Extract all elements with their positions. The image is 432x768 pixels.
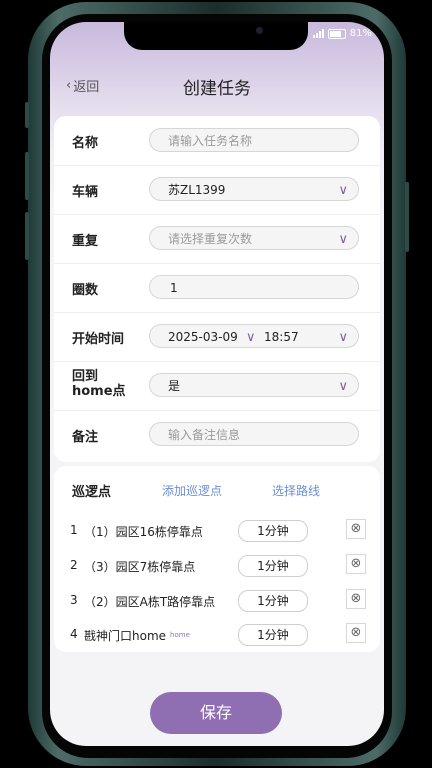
start-time-label: 开始时间 xyxy=(72,332,125,347)
patrol-point-row: 4 戡神门口home home 1分钟 ⊗ xyxy=(54,620,380,650)
return-home-select[interactable]: 是 ∨ xyxy=(149,373,359,397)
power-button xyxy=(405,182,409,252)
select-route-link[interactable]: 选择路线 xyxy=(272,482,320,499)
close-circle-icon[interactable]: ⊗ xyxy=(346,589,366,609)
laps-row: 圈数 1 xyxy=(54,263,380,313)
chevron-down-icon: ∨ xyxy=(338,232,348,247)
laps-label: 圈数 xyxy=(72,283,99,298)
battery-level: 81% xyxy=(349,28,372,39)
patrol-point-name: （3）园区7栋停靠点 xyxy=(84,560,196,574)
patrol-point-duration[interactable]: 1分钟 xyxy=(238,590,308,612)
start-date: 2025-03-09 xyxy=(168,330,238,344)
app-screen: 81% ‹ 返回 创建任务 名称 请输入任务名称 车辆 苏ZL1399 ∨ 重复… xyxy=(50,22,384,746)
patrol-point-duration[interactable]: 1分钟 xyxy=(238,624,308,646)
vehicle-label: 车辆 xyxy=(72,185,99,200)
patrol-point-index: 3 xyxy=(70,593,78,607)
note-label: 备注 xyxy=(72,430,99,445)
chevron-down-icon: ∨ xyxy=(246,330,256,345)
repeat-select[interactable]: 请选择重复次数 ∨ xyxy=(149,226,359,250)
signal-icon xyxy=(312,29,324,38)
patrol-point-name-wrap: 戡神门口home home xyxy=(84,627,190,644)
chevron-down-icon: ∨ xyxy=(338,330,348,345)
note-row: 备注 输入备注信息 xyxy=(54,410,380,459)
close-circle-icon[interactable]: ⊗ xyxy=(346,623,366,643)
start-clock: 18:57 xyxy=(264,330,299,344)
patrol-point-name: （1）园区16栋停靠点 xyxy=(84,525,203,539)
volume-down-button xyxy=(25,212,29,260)
patrol-point-duration[interactable]: 1分钟 xyxy=(238,555,308,577)
return-home-row: 回到 home点 是 ∨ xyxy=(54,361,380,411)
patrol-point-row: 3 （2）园区A栋T路停靠点 1分钟 ⊗ xyxy=(54,586,380,616)
repeat-label: 重复 xyxy=(72,234,99,249)
page-title: 创建任务 xyxy=(183,79,251,99)
patrol-point-name: 戡神门口home xyxy=(84,629,167,643)
chevron-down-icon: ∨ xyxy=(338,379,348,394)
close-circle-icon[interactable]: ⊗ xyxy=(346,519,366,539)
start-time-row: 开始时间 2025-03-09 ∨ 18:57 ∨ xyxy=(54,312,380,362)
patrol-point-index: 4 xyxy=(70,627,78,641)
repeat-placeholder: 请选择重复次数 xyxy=(168,232,253,246)
name-label: 名称 xyxy=(72,136,99,151)
save-button[interactable]: 保存 xyxy=(150,692,282,734)
patrol-point-name: （2）园区A栋T路停靠点 xyxy=(84,595,216,609)
name-row: 名称 请输入任务名称 xyxy=(54,116,380,166)
vehicle-row: 车辆 苏ZL1399 ∨ xyxy=(54,165,380,215)
front-camera xyxy=(256,27,263,34)
start-time-picker[interactable]: 2025-03-09 ∨ 18:57 ∨ xyxy=(149,324,359,348)
return-home-label-line2: home点 xyxy=(72,384,126,399)
task-form-card: 名称 请输入任务名称 车辆 苏ZL1399 ∨ 重复 请选择重复次数 ∨ 圈数 … xyxy=(54,116,380,462)
return-home-label-line1: 回到 xyxy=(72,369,99,384)
notch xyxy=(124,22,308,50)
patrol-point-index: 1 xyxy=(70,523,78,537)
patrol-point-index: 2 xyxy=(70,558,78,572)
patrol-card: 巡逻点 添加巡逻点 选择路线 1 （1）园区16栋停靠点 1分钟 ⊗ 2 （3）… xyxy=(54,466,380,652)
patrol-point-row: 2 （3）园区7栋停靠点 1分钟 ⊗ xyxy=(54,551,380,581)
name-input[interactable]: 请输入任务名称 xyxy=(149,128,359,152)
laps-input[interactable]: 1 xyxy=(149,275,359,299)
mute-switch xyxy=(25,102,29,128)
repeat-row: 重复 请选择重复次数 ∨ xyxy=(54,214,380,264)
home-tag: home xyxy=(170,631,190,639)
chevron-down-icon: ∨ xyxy=(338,183,348,198)
return-home-value: 是 xyxy=(168,379,181,393)
status-bar: 81% xyxy=(312,28,372,39)
close-circle-icon[interactable]: ⊗ xyxy=(346,554,366,574)
header: ‹ 返回 创建任务 xyxy=(50,72,384,100)
battery-icon xyxy=(327,28,346,39)
vehicle-select[interactable]: 苏ZL1399 ∨ xyxy=(149,177,359,201)
patrol-point-duration[interactable]: 1分钟 xyxy=(238,520,308,542)
volume-up-button xyxy=(25,152,29,200)
note-input[interactable]: 输入备注信息 xyxy=(149,422,359,446)
patrol-point-row: 1 （1）园区16栋停靠点 1分钟 ⊗ xyxy=(54,516,380,546)
return-home-label: 回到 home点 xyxy=(72,369,126,399)
patrol-label: 巡逻点 xyxy=(72,485,112,500)
vehicle-value: 苏ZL1399 xyxy=(168,183,226,197)
add-patrol-point-link[interactable]: 添加巡逻点 xyxy=(162,482,222,499)
